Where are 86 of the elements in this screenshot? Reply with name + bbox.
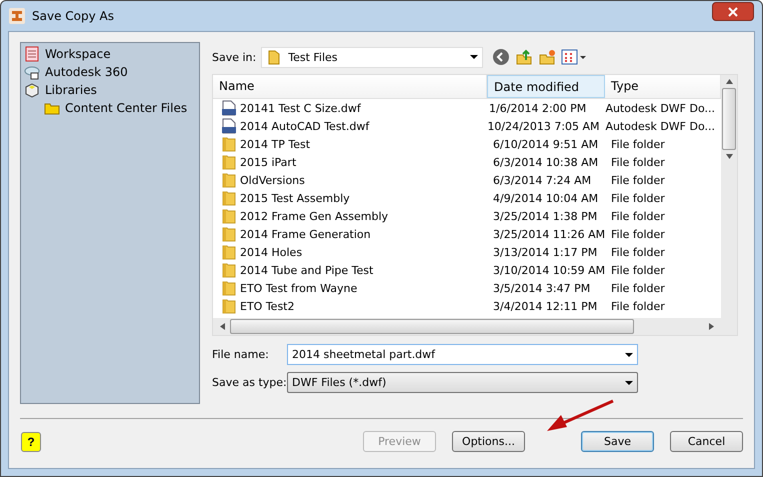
dialog-button[interactable]: Save bbox=[581, 431, 654, 452]
file-item[interactable]: 2014 AutoCAD Test.dwf bbox=[213, 118, 482, 134]
folder-icon bbox=[221, 244, 237, 260]
dropdown-caret-icon bbox=[625, 352, 633, 356]
type-cell-text: Autodesk DWF Do... bbox=[604, 102, 716, 114]
save-as-type-label: Save as type: bbox=[212, 376, 287, 389]
folder-icon bbox=[221, 226, 237, 242]
dialog-button[interactable]: Cancel bbox=[670, 431, 743, 452]
help-button[interactable]: ? bbox=[21, 432, 41, 452]
scroll-thumb[interactable] bbox=[230, 319, 634, 334]
date-cell-text: 4/9/2014 10:04 AM bbox=[492, 192, 600, 204]
folder-icon bbox=[221, 190, 237, 206]
file-item[interactable]: 2015 iPart bbox=[213, 154, 487, 170]
place-item[interactable]: Autodesk 360 bbox=[45, 65, 128, 79]
file-item[interactable]: 2014 Holes bbox=[213, 244, 487, 260]
folder-icon bbox=[221, 172, 237, 188]
dropdown-caret-icon bbox=[470, 55, 478, 59]
window-title: Save Copy As bbox=[32, 9, 115, 23]
date-cell-text: 3/10/2014 10:59 AM bbox=[492, 264, 605, 276]
new-folder-icon[interactable] bbox=[538, 48, 556, 66]
folder-icon bbox=[221, 298, 237, 314]
view-menu-icon[interactable] bbox=[561, 48, 588, 66]
type-cell-text: File folder bbox=[610, 138, 666, 150]
date-cell-text: 3/4/2014 12:11 PM bbox=[492, 300, 598, 312]
file-item[interactable]: OldVersions bbox=[213, 172, 487, 188]
folder-icon bbox=[221, 262, 237, 278]
type-cell-text: Autodesk DWF Do... bbox=[604, 120, 716, 132]
dialog-button[interactable]: Options... bbox=[452, 431, 525, 452]
dwf-file-icon bbox=[221, 100, 237, 116]
scroll-left-icon[interactable] bbox=[220, 323, 225, 330]
folder-icon bbox=[221, 280, 237, 296]
type-cell-text: File folder bbox=[610, 246, 666, 258]
date-cell-text: 6/3/2014 10:38 AM bbox=[492, 156, 600, 168]
cube-icon bbox=[24, 82, 40, 98]
file-item[interactable]: ETO Test2 bbox=[213, 298, 487, 314]
place-item[interactable]: Workspace bbox=[45, 47, 111, 61]
file-item[interactable]: 20141 Test C Size.dwf bbox=[213, 100, 484, 116]
type-cell-text: File folder bbox=[610, 192, 666, 204]
save-in-label: Save in: bbox=[212, 50, 256, 64]
date-cell-text: 1/6/2014 2:00 PM bbox=[488, 102, 588, 114]
back-icon[interactable] bbox=[492, 48, 510, 66]
place-item[interactable]: Content Center Files bbox=[65, 101, 188, 115]
place-item[interactable]: Libraries bbox=[45, 83, 97, 97]
date-cell-text: 6/3/2014 7:24 AM bbox=[492, 174, 592, 186]
date-cell-text: 6/10/2014 9:51 AM bbox=[492, 138, 600, 150]
file-item[interactable]: 2015 Test Assembly bbox=[213, 190, 487, 206]
type-cell-text: File folder bbox=[610, 282, 666, 294]
folder-icon bbox=[221, 136, 237, 152]
date-cell-text: 3/25/2014 11:26 AM bbox=[492, 228, 605, 240]
column-header[interactable]: Date modified bbox=[487, 75, 605, 98]
app-logo-icon bbox=[9, 8, 25, 24]
type-cell-text: File folder bbox=[610, 228, 666, 240]
up-folder-icon[interactable] bbox=[515, 48, 534, 66]
scroll-up-icon[interactable] bbox=[726, 79, 732, 84]
type-cell-text: File folder bbox=[610, 156, 666, 168]
scroll-thumb[interactable] bbox=[722, 88, 736, 150]
vertical-scrollbar[interactable] bbox=[721, 75, 737, 335]
save-as-type-dropdown[interactable]: DWF Files (*.dwf) bbox=[287, 372, 638, 393]
type-cell-text: File folder bbox=[610, 264, 666, 276]
scroll-down-icon[interactable] bbox=[726, 154, 732, 159]
close-icon bbox=[728, 6, 738, 16]
file-item[interactable]: 2012 Frame Gen Assembly bbox=[213, 208, 487, 224]
dropdown-caret-icon bbox=[625, 380, 633, 384]
date-cell-text: 3/5/2014 3:47 PM bbox=[492, 282, 592, 294]
horizontal-scrollbar[interactable] bbox=[213, 318, 721, 335]
file-item[interactable]: 2014 TP Test bbox=[213, 136, 487, 152]
notepad-icon bbox=[24, 46, 40, 62]
cloud-icon bbox=[24, 64, 40, 80]
type-cell-text: File folder bbox=[610, 174, 666, 186]
folder-icon bbox=[221, 208, 237, 224]
file-item[interactable]: 2014 Frame Generation bbox=[213, 226, 487, 242]
type-cell-text: File folder bbox=[610, 210, 666, 222]
file-item[interactable]: 2014 Tube and Pipe Test bbox=[213, 262, 487, 278]
type-cell-text: File folder bbox=[610, 300, 666, 312]
date-cell-text: 10/24/2013 7:05 AM bbox=[486, 120, 600, 132]
file-name-field[interactable]: 2014 sheetmetal part.dwf bbox=[287, 344, 638, 365]
save-in-dropdown[interactable]: Test Files bbox=[261, 46, 484, 68]
file-name-label: File name: bbox=[212, 348, 270, 361]
date-cell-text: 3/13/2014 1:17 PM bbox=[492, 246, 598, 258]
file-item[interactable]: ETO Test from Wayne bbox=[213, 280, 487, 296]
close-button[interactable] bbox=[712, 2, 754, 21]
date-cell-text: 3/25/2014 1:38 PM bbox=[492, 210, 598, 222]
dwf-file-icon bbox=[221, 118, 237, 134]
folder-icon bbox=[221, 154, 237, 170]
folder-icon bbox=[266, 49, 282, 65]
scroll-right-icon[interactable] bbox=[709, 323, 714, 330]
